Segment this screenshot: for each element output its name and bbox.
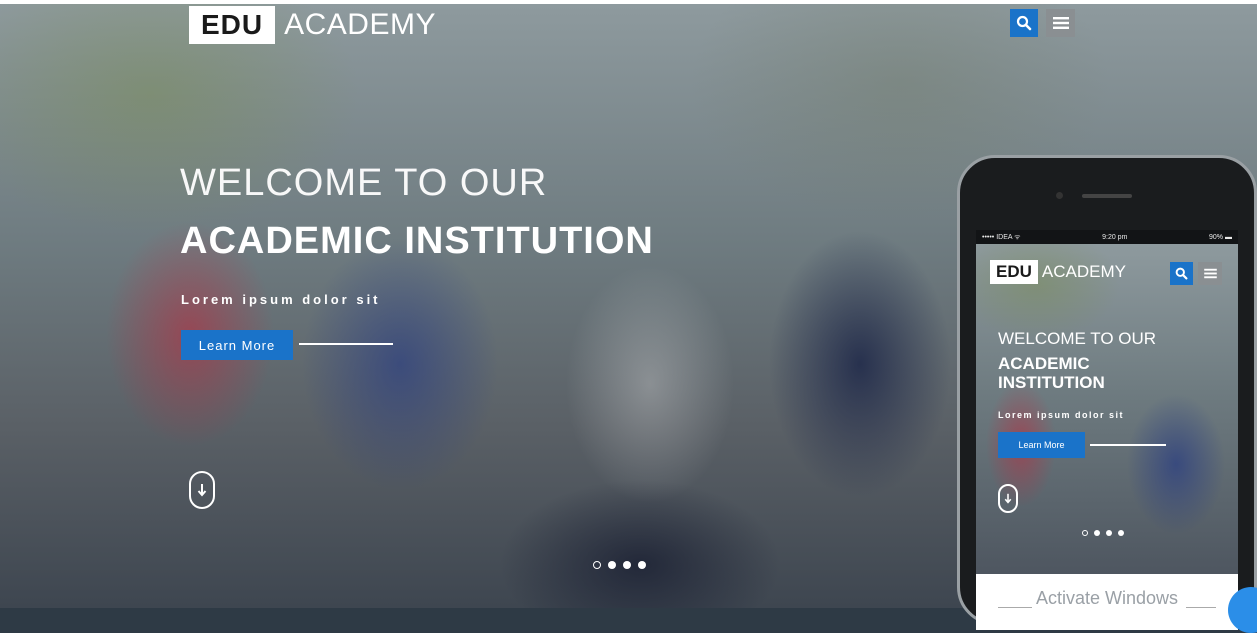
phone-hero-headline: ACADEMIC INSTITUTION: [998, 354, 1105, 392]
menu-button[interactable]: [1046, 9, 1075, 37]
phone-screen: ••••• IDEA ᯤ 9:20 pm 90% ▬ EDU ACADEMY W…: [976, 230, 1238, 630]
hero-welcome: WELCOME TO OUR: [180, 162, 548, 204]
logo-text: ACADEMY: [284, 8, 436, 41]
slider-dot[interactable]: [638, 561, 646, 569]
search-icon: [1175, 267, 1188, 280]
top-strip: [0, 0, 1257, 4]
scroll-down-icon: [1004, 493, 1012, 504]
phone-slider-dot[interactable]: [1118, 530, 1124, 536]
slider-dot[interactable]: [593, 561, 601, 569]
search-icon: [1016, 15, 1032, 31]
phone-mockup: ••••• IDEA ᯤ 9:20 pm 90% ▬ EDU ACADEMY W…: [957, 155, 1257, 630]
phone-hero-subtitle: Lorem ipsum dolor sit: [998, 410, 1125, 420]
decorative-line: [299, 343, 393, 345]
site-logo[interactable]: EDU ACADEMY: [189, 6, 436, 44]
phone-logo-text: ACADEMY: [1041, 262, 1126, 281]
phone-slider-dot[interactable]: [1106, 530, 1112, 536]
phone-camera: [1056, 192, 1063, 199]
phone-hero: EDU ACADEMY WELCOME TO OUR ACADEMIC INST…: [976, 244, 1238, 574]
hero-subtitle: Lorem ipsum dolor sit: [181, 292, 381, 307]
phone-slider-dot[interactable]: [1094, 530, 1100, 536]
phone-hero-welcome: WELCOME TO OUR: [998, 329, 1157, 348]
search-button[interactable]: [1010, 9, 1038, 37]
phone-decorative-line: [1090, 444, 1166, 446]
phone-slider-dots: [1082, 530, 1124, 536]
phone-status-bar: ••••• IDEA ᯤ 9:20 pm 90% ▬: [976, 230, 1238, 244]
hamburger-menu-icon: [1203, 268, 1217, 279]
logo-box: EDU: [189, 6, 276, 44]
phone-search-button[interactable]: [1170, 262, 1193, 285]
status-battery: 90% ▬: [1209, 233, 1232, 241]
phone-learn-more-button[interactable]: Learn More: [998, 432, 1085, 458]
activate-windows-watermark: Activate Windows: [1035, 588, 1179, 608]
phone-speaker: [1082, 194, 1132, 198]
hero-headline: ACADEMIC INSTITUTION: [180, 220, 654, 262]
slider-dot[interactable]: [623, 561, 631, 569]
scroll-down-icon: [197, 484, 207, 497]
phone-logo-box: EDU: [990, 260, 1038, 284]
learn-more-button[interactable]: Learn More: [181, 330, 293, 360]
slider-dots: [593, 561, 646, 569]
hamburger-menu-icon: [1052, 17, 1069, 29]
slider-dot[interactable]: [608, 561, 616, 569]
status-carrier: ••••• IDEA ᯤ: [982, 233, 1021, 241]
phone-menu-button[interactable]: [1198, 262, 1222, 285]
phone-slider-dot[interactable]: [1082, 530, 1088, 536]
phone-scroll-down-button[interactable]: [998, 484, 1018, 513]
status-time: 9:20 pm: [1102, 233, 1128, 241]
phone-logo[interactable]: EDU ACADEMY: [990, 260, 1126, 284]
scroll-down-button[interactable]: [189, 471, 215, 509]
